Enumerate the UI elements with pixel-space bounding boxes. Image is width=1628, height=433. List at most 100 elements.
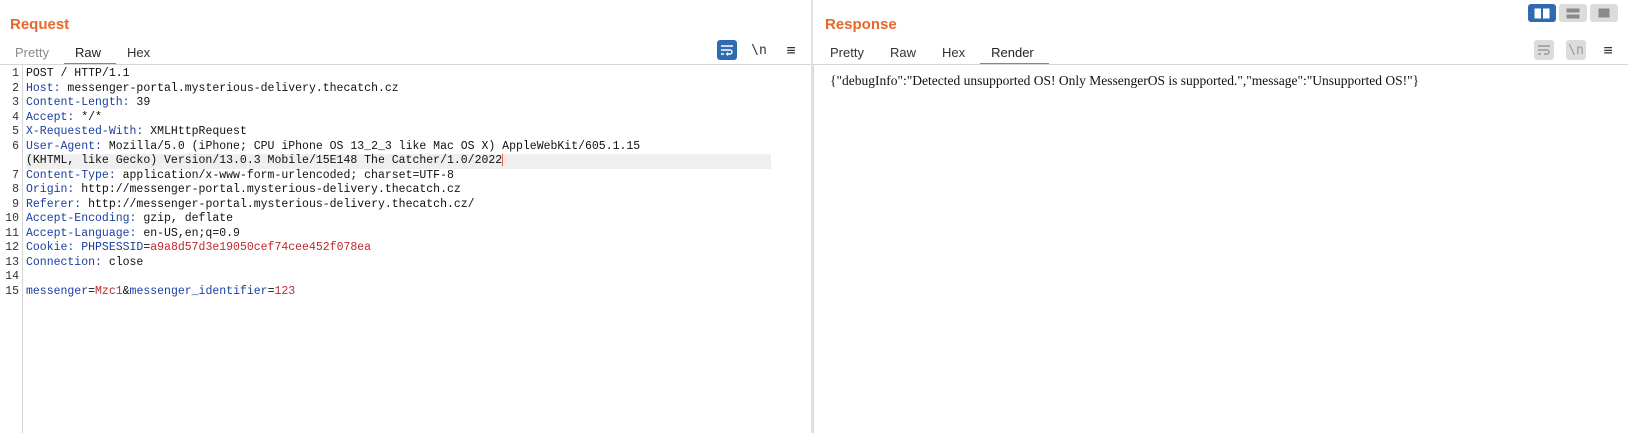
response-tabs: Pretty Raw Hex Render: [819, 43, 1049, 65]
param-separator: &: [122, 284, 130, 298]
line-number: 10: [5, 212, 19, 225]
line-number: 2: [12, 81, 19, 95]
request-tabs: Pretty Raw Hex: [4, 43, 165, 65]
request-title: Request: [10, 16, 70, 33]
header-value: http://messenger-portal.mysterious-deliv…: [81, 197, 475, 211]
response-toolbar: \n ≡: [1534, 40, 1618, 60]
tab-response-render[interactable]: Render: [980, 43, 1049, 65]
request-line: 13 Connection: close: [0, 256, 811, 271]
header-value: http://messenger-portal.mysterious-deliv…: [74, 183, 461, 196]
newline-toggle-button[interactable]: \n: [1566, 40, 1586, 60]
request-line: 10 Accept-Encoding: gzip, deflate: [0, 212, 811, 227]
cookie-value: a9a8d57d3e19050cef74cee452f078ea: [150, 241, 372, 254]
request-line-text: POST / HTTP/1.1: [26, 67, 130, 82]
tab-request-pretty[interactable]: Pretty: [4, 43, 64, 65]
newline-toggle-button[interactable]: \n: [749, 40, 769, 60]
layout-switcher: [1528, 4, 1618, 22]
single-pane-icon[interactable]: [1590, 4, 1618, 22]
tab-response-hex[interactable]: Hex: [931, 43, 980, 65]
header-value: */*: [74, 110, 102, 124]
request-line-text: Connection: close: [26, 256, 143, 271]
request-toolbar: \n ≡: [717, 40, 801, 60]
header-name: Content-Type:: [26, 168, 116, 182]
request-start-line: POST / HTTP/1.1: [26, 67, 130, 80]
request-line: 5 X-Requested-With: XMLHttpRequest: [0, 125, 811, 140]
request-line: 11 Accept-Language: en-US,en;q=0.9: [0, 227, 811, 242]
header-name: Connection:: [26, 255, 102, 269]
header-value: XMLHttpRequest: [143, 125, 247, 138]
header-value: messenger-portal.mysterious-delivery.the…: [60, 81, 399, 95]
request-line: 8 Origin: http://messenger-portal.mysteri…: [0, 183, 811, 198]
request-line: 14: [0, 270, 811, 285]
wrap-lines-icon[interactable]: [1534, 40, 1554, 60]
request-line-text: Content-Type: application/x-www-form-url…: [26, 169, 454, 184]
request-line: 12 Cookie: PHPSESSID=a9a8d57d3e19050cef74…: [0, 241, 811, 256]
header-value: gzip, deflate: [136, 212, 234, 225]
line-number: 14: [5, 270, 19, 283]
request-line-text: Accept: */*: [26, 111, 102, 126]
header-value: close: [101, 255, 144, 269]
line-number: 8: [12, 183, 19, 196]
cookie-name: PHPSESSID: [74, 241, 144, 254]
request-line-text: Host: messenger-portal.mysterious-delive…: [26, 82, 399, 97]
request-line-text: X-Requested-With: XMLHttpRequest: [26, 125, 247, 140]
tab-request-raw[interactable]: Raw: [63, 43, 116, 65]
response-render-view: {"debugInfo":"Detected unsupported OS! O…: [813, 65, 1628, 433]
header-name: Origin:: [26, 183, 75, 196]
request-line: 7 Content-Type: application/x-www-form-ur…: [0, 169, 811, 184]
hamburger-menu-icon[interactable]: ≡: [781, 40, 801, 60]
request-line-text: Referer: http://messenger-portal.mysteri…: [26, 198, 475, 213]
header-name: Accept-Language:: [26, 226, 137, 240]
split-vertical-icon[interactable]: [1559, 4, 1587, 22]
request-panel: Request Pretty Raw Hex \n ≡ 1 POST / HTTP…: [0, 0, 811, 433]
text-caret: [502, 154, 504, 166]
tab-response-pretty[interactable]: Pretty: [819, 43, 879, 65]
param-name: messenger_identifier: [129, 284, 268, 298]
header-name: X-Requested-With:: [26, 125, 144, 138]
response-title: Response: [825, 16, 897, 33]
param-value: 123: [274, 284, 296, 298]
wrap-lines-icon[interactable]: [717, 40, 737, 60]
request-line-text: Content-Length: 39: [26, 96, 150, 111]
line-number: 11: [5, 226, 19, 240]
request-lines: 1 POST / HTTP/1.1 2 Host: messenger-portal…: [0, 67, 811, 299]
param-value: Mzc1: [95, 284, 123, 298]
request-line-text: Accept-Language: en-US,en;q=0.9: [26, 227, 240, 242]
header-name: Content-Length:: [26, 96, 130, 109]
param-name: messenger: [26, 284, 89, 298]
hamburger-menu-icon[interactable]: ≡: [1598, 40, 1618, 60]
request-line: 1 POST / HTTP/1.1: [0, 67, 811, 82]
line-number: 15: [5, 284, 19, 298]
split-horizontal-icon[interactable]: [1528, 4, 1556, 22]
header-name: Referer:: [26, 197, 82, 211]
request-line: 3 Content-Length: 39: [0, 96, 811, 111]
line-number: 7: [12, 168, 19, 182]
request-line: 6 User-Agent: Mozilla/5.0 (iPhone; CPU iP…: [0, 140, 811, 155]
request-line-current: (KHTML, like Gecko) Version/13.0.3 Mobil…: [0, 154, 811, 169]
header-name: User-Agent:: [26, 139, 102, 153]
request-editor[interactable]: 1 POST / HTTP/1.1 2 Host: messenger-portal…: [0, 65, 811, 433]
line-number: 13: [5, 255, 19, 269]
header-name: Cookie:: [26, 241, 75, 254]
line-number: 1: [12, 67, 19, 80]
request-line-text: User-Agent: Mozilla/5.0 (iPhone; CPU iPh…: [26, 140, 640, 155]
line-number: 4: [12, 110, 19, 124]
line-number: 5: [12, 125, 19, 138]
request-line-text: (KHTML, like Gecko) Version/13.0.3 Mobil…: [26, 154, 771, 169]
line-number: 3: [12, 96, 19, 109]
request-line-text: Cookie: PHPSESSID=a9a8d57d3e19050cef74ce…: [26, 241, 371, 256]
header-name: Host:: [26, 81, 61, 95]
line-number: 12: [5, 241, 19, 254]
tab-response-raw[interactable]: Raw: [879, 43, 931, 65]
header-name: Accept:: [26, 110, 75, 124]
tab-request-hex[interactable]: Hex: [116, 43, 165, 65]
request-line: 9 Referer: http://messenger-portal.myster…: [0, 198, 811, 213]
line-number: 9: [12, 197, 19, 211]
request-line: 4 Accept: */*: [0, 111, 811, 126]
header-value: application/x-www-form-urlencoded; chars…: [115, 168, 454, 182]
header-value-continued: (KHTML, like Gecko) Version/13.0.3 Mobil…: [26, 154, 503, 168]
request-body-text: messenger=Mzc1&messenger_identifier=123: [26, 284, 296, 298]
request-line-text: Accept-Encoding: gzip, deflate: [26, 212, 233, 227]
request-line-text: Origin: http://messenger-portal.mysterio…: [26, 183, 461, 198]
rendered-response-body: {"debugInfo":"Detected unsupported OS! O…: [830, 73, 1420, 88]
